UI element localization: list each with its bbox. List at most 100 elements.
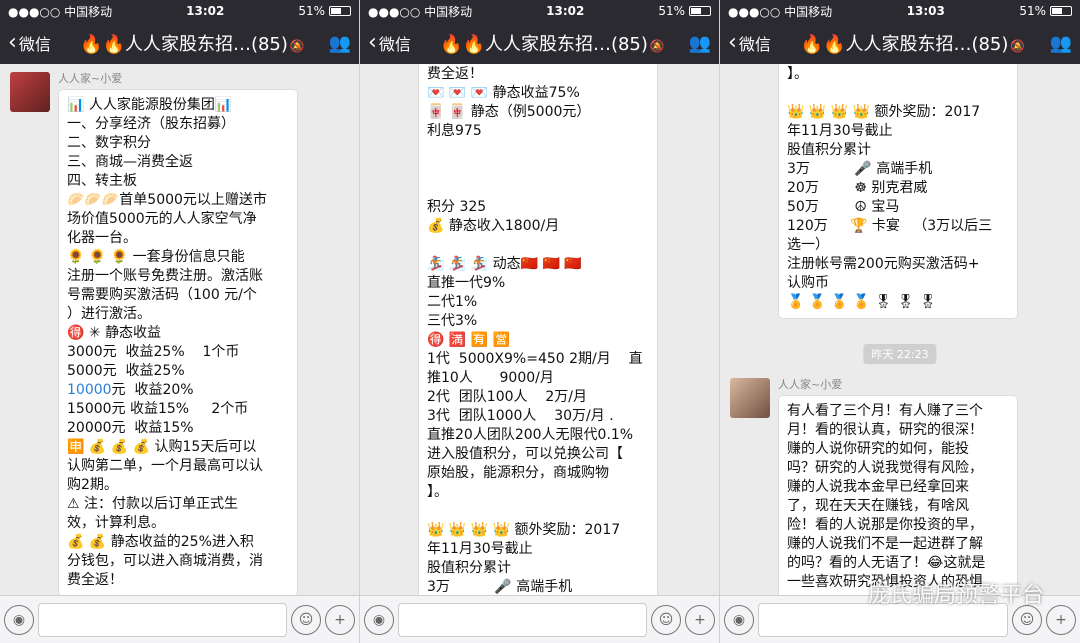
voice-icon[interactable]: ◉ [364,604,394,635]
back-label: 微信 [738,35,771,54]
chevron-left-icon: ‹ [8,30,17,55]
status-bar: ●●●○○ 中国移动 13:03 51% [720,0,1080,22]
message-line [427,160,649,179]
mute-icon: 🔕 [649,39,665,53]
battery-percent: 51% [1019,4,1046,18]
battery-percent: 51% [658,4,685,18]
chevron-left-icon: ‹ [368,30,377,55]
message-bubble[interactable]: 📊 人人家能源股份集团📊 一、分享经济（股东招募） 二、数字积分 三、商城—消费全返四… [58,89,298,595]
battery-icon [1049,6,1072,16]
battery-icon [688,6,711,16]
input-bar: ◉ ☺ + [0,595,359,643]
avatar[interactable] [10,72,50,112]
message-line: 化器一台。 [67,230,137,246]
message-line: 2代 团队100人 2万/月 [427,389,587,405]
message-line [787,84,1009,103]
message-line: 🏂 🏂 🏂 动态🇨🇳 🇨🇳 🇨🇳 [427,256,582,272]
message-line [427,502,649,521]
voice-icon[interactable]: ◉ [4,604,34,635]
emoji-icon[interactable]: ☺ [1012,604,1042,635]
group-members-icon[interactable]: 👥 [1042,33,1072,54]
screenshot-row: ●●●○○ 中国移动 13:02 51% ‹ 微信 🔥🔥人人家股东招…(85) 🔕 … [0,0,1080,643]
sender-name: 人人家~小爱 [778,378,843,391]
message-line: 进入股值积分，可以兑换公司【 [427,446,623,462]
message-line: ）进行激活。 [67,306,151,322]
avatar[interactable] [730,378,770,418]
message-line: 👑 👑 👑 👑 额外奖励：2017 [787,104,981,120]
message-line: 险！看的人说那是你投资的早， [787,517,983,533]
message-line: 💰 💰 静态收益的25%进入积 [67,534,254,550]
message: 人人家~小爱 有人看了三个月！有人赚了三个 月！看的很认真，研究的很深！ 赚的人说你… [778,376,1018,595]
carrier: ●●●○○ 中国移动 [368,4,473,19]
back-button[interactable]: ‹ 微信 [728,31,784,55]
back-button[interactable]: ‹ 微信 [8,31,64,55]
message-line: 50万 ☮ 宝马 [787,199,900,215]
clock: 13:03 [906,4,945,18]
chat-area[interactable]: 人人家~小爱 📊 人人家能源股份集团📊 一、分享经济（股东招募） 二、数字积分 三、商… [0,64,359,595]
message-line: 🥟🥟🥟首单5000元以上赠送市 [67,192,267,208]
back-label: 微信 [378,35,411,54]
message-line: 】。 [787,66,808,82]
message-line [427,141,649,160]
message-line: 5000元 收益25% [67,363,185,379]
input-bar: ◉ ☺ + [360,595,719,643]
message-bubble[interactable]: 】。 👑 👑 👑 👑 额外奖励：2017 年11月30号截止 股值积分累计 3万 🎤 … [778,64,1018,319]
nav-bar: ‹ 微信 🔥🔥人人家股东招…(85) 🔕 👥 [720,22,1080,64]
clock: 13:02 [546,4,585,18]
message-line: 】。 [427,484,448,500]
plus-icon[interactable]: + [685,604,715,635]
message-line: 原始股，能源积分，商城购物 [427,465,609,481]
phone-screen-2: ●●●○○ 中国移动 13:02 51% ‹ 微信 🔥🔥人人家股东招…(85) 🔕 … [360,0,720,643]
voice-icon[interactable]: ◉ [724,604,754,635]
back-button[interactable]: ‹ 微信 [368,31,424,55]
message-line: 选一） [787,237,829,253]
plus-icon[interactable]: + [1046,604,1076,635]
message-input[interactable] [38,602,287,637]
message-line: 👑 👑 👑 👑 额外奖励：2017 [427,522,621,538]
plus-icon[interactable]: + [325,604,355,635]
message-line: 赚的人说我们不是一起进群了解 [787,536,983,552]
chat-area[interactable]: 】。 👑 👑 👑 👑 额外奖励：2017 年11月30号截止 股值积分累计 3万 🎤 … [720,64,1080,595]
chat-area[interactable]: 费全返！ 💌 💌 💌 静态收益75% 🀄 🀄 静态（例5000元） 利息975 积分 … [360,64,719,595]
message-line: 场价值5000元的人人家空气净 [67,211,257,227]
message-bubble[interactable]: 费全返！ 💌 💌 💌 静态收益75% 🀄 🀄 静态（例5000元） 利息975 积分 … [418,64,658,595]
carrier: ●●●○○ 中国移动 [728,4,833,19]
message-line: 注册帐号需200元购买激活码+ [787,256,980,272]
back-label: 微信 [18,35,51,54]
message: 费全返！ 💌 💌 💌 静态收益75% 🀄 🀄 静态（例5000元） 利息975 积分 … [418,64,658,595]
watermark: 庞氏骗局预警平台 [867,583,1044,608]
message-line: 一、分享经济（股东招募） [67,116,235,132]
message-line: 号需要购买激活码（100 元/个 [67,287,257,303]
message-input[interactable] [398,602,647,637]
message-line: ⚠ 注：付款以后订单正式生 [67,496,239,512]
message-line [427,179,649,198]
emoji-icon[interactable]: ☺ [651,604,681,635]
group-members-icon[interactable]: 👥 [321,33,351,54]
message-line: 10000元 收益20% [67,382,194,398]
message-line: 3代 团队1000人 30万/月 . [427,408,614,424]
message-line: 认购第二单，一个月最高可以认 [67,458,263,474]
group-members-icon[interactable]: 👥 [681,33,711,54]
chevron-left-icon: ‹ [728,30,737,55]
status-bar: ●●●○○ 中国移动 13:02 51% [0,0,359,22]
message-line: 购2期。 [67,477,118,493]
message-line: 🌻 🌻 🌻 一套身份信息只能 [67,249,245,265]
message-line: 股值积分累计 [787,142,871,158]
emoji-icon[interactable]: ☺ [291,604,321,635]
message-line: 年11月30号截止 [787,123,893,139]
phone-screen-1: ●●●○○ 中国移动 13:02 51% ‹ 微信 🔥🔥人人家股东招…(85) 🔕 … [0,0,360,643]
message-line: 积分 325 [427,199,487,215]
mute-icon: 🔕 [289,39,305,53]
message-line: 股值积分累计 [427,560,511,576]
clock: 13:02 [186,4,225,18]
message-line: 💌 💌 💌 静态收益75% [427,85,580,101]
message-line: 直推20人团队200人无限代0.1% [427,427,634,443]
message-line: 💰 静态收入1800/月 [427,218,560,234]
message-line: 三代3% [427,313,478,329]
message-line: 直推一代9% [427,275,506,291]
message-line [427,236,649,255]
message-line: 赚的人说我本金早已经拿回来 [787,479,969,495]
message-bubble[interactable]: 有人看了三个月！有人赚了三个 月！看的很认真，研究的很深！ 赚的人说你研究的如何，能… [778,395,1018,595]
message: 人人家~小爱 📊 人人家能源股份集团📊 一、分享经济（股东招募） 二、数字积分 三、商… [58,70,298,595]
message-line: 的吗？看的人无语了！😂这就是 [787,555,986,571]
